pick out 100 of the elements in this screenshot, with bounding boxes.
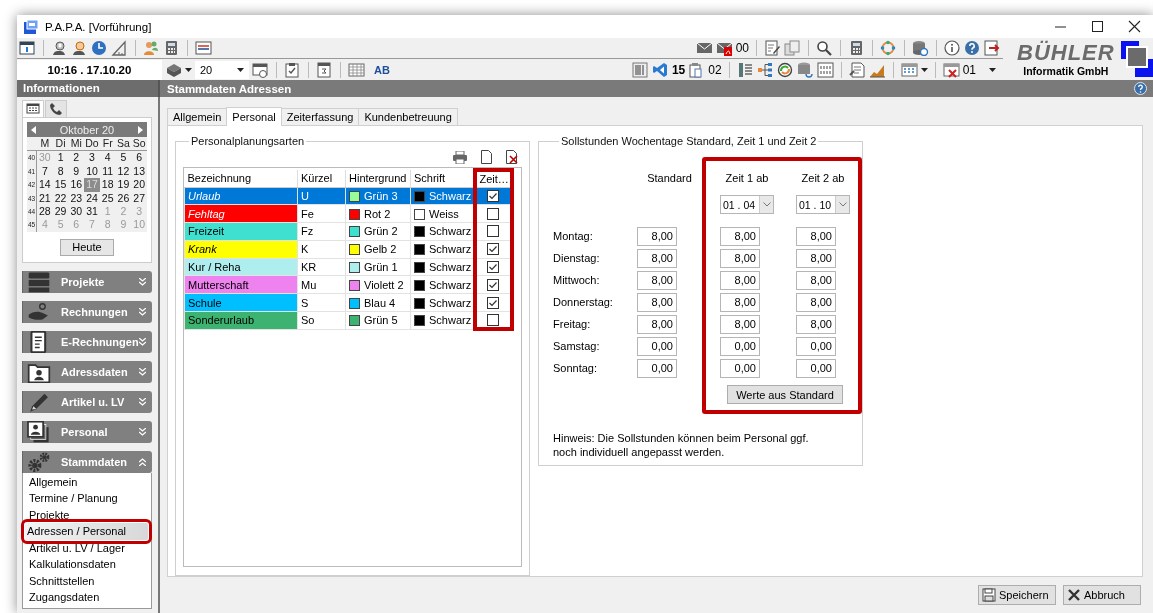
clipboard-check-icon[interactable] [284, 61, 301, 78]
new-document-icon[interactable] [481, 150, 492, 164]
tab[interactable]: Zeiterfassung [280, 108, 360, 125]
caret-icon[interactable] [989, 67, 996, 72]
calendar-day[interactable]: 21 [37, 191, 53, 206]
column-header[interactable]: Schrift [410, 170, 475, 187]
checked-checkbox[interactable] [487, 278, 499, 291]
hours-field[interactable]: 8,00 [637, 292, 677, 312]
cancel-button[interactable]: Abbruch [1063, 585, 1141, 605]
calendar-day[interactable]: 12 [115, 164, 132, 179]
hours-field[interactable]: 8,00 [796, 248, 836, 268]
tab[interactable]: Kundenbetreuung [358, 108, 458, 125]
hours-field[interactable]: 8,00 [796, 270, 836, 290]
calendar-day[interactable]: 14 [37, 178, 53, 192]
calendar-day[interactable]: 4 [99, 151, 116, 165]
save-button[interactable]: Speichern [978, 585, 1056, 605]
date-dropdown[interactable]: 01 . 04 [720, 195, 774, 214]
copy-values-button[interactable]: Werte aus Standard [727, 385, 843, 404]
list-icon[interactable] [736, 61, 754, 78]
checkbox[interactable] [487, 207, 499, 220]
checked-checkbox[interactable] [487, 243, 499, 256]
calendar-tab[interactable] [22, 100, 44, 117]
calendar-day[interactable]: 9 [68, 164, 85, 179]
hours-field[interactable]: 0,00 [637, 358, 677, 378]
caret-icon[interactable] [920, 67, 928, 72]
checked-checkbox[interactable] [487, 261, 499, 274]
nav-item[interactable]: Artikel u. LV / Lager [27, 539, 151, 557]
calendar-day[interactable]: 10 [84, 164, 100, 179]
nav-group-header[interactable]: Personal [22, 420, 152, 443]
hours-field[interactable]: 8,00 [720, 292, 760, 312]
info-icon[interactable] [944, 40, 961, 56]
person-icon[interactable] [71, 40, 88, 56]
refresh-icon[interactable] [776, 61, 794, 78]
delete-document-icon[interactable] [506, 150, 518, 164]
calendar-day[interactable]: 28 [37, 205, 53, 219]
calendar-day[interactable]: 13 [131, 164, 147, 179]
calendar-day[interactable]: 11 [99, 164, 116, 179]
ruler-icon[interactable] [111, 40, 128, 56]
nav-group-header[interactable]: E-Rechnungen [22, 330, 152, 353]
hours-field[interactable]: 0,00 [720, 358, 760, 378]
hours-field[interactable]: 8,00 [796, 314, 836, 334]
calendar-day[interactable]: 1 [52, 151, 69, 165]
calendar-day[interactable]: 30 [68, 205, 85, 219]
calendar-clock-icon[interactable] [252, 61, 269, 78]
calendar-day[interactable]: 24 [84, 191, 100, 206]
tree-icon[interactable] [756, 61, 774, 78]
tab[interactable]: Allgemein [167, 108, 228, 125]
binary-icon[interactable] [816, 61, 834, 78]
today-button[interactable]: Heute [60, 238, 114, 256]
exit-icon[interactable] [984, 40, 1001, 56]
screen-icon[interactable] [195, 40, 212, 56]
calendar-day[interactable]: 7 [37, 164, 53, 179]
nav-item[interactable]: Schnittstellen [27, 572, 151, 590]
calendar-tab[interactable] [45, 100, 67, 117]
calendar-day[interactable]: 29 [52, 205, 69, 219]
clock-icon[interactable] [91, 40, 108, 56]
hours-field[interactable]: 8,00 [720, 226, 760, 246]
next-icon[interactable] [138, 125, 143, 134]
hours-field[interactable]: 8,00 [796, 292, 836, 312]
checked-checkbox[interactable] [487, 189, 499, 202]
nav-group-header[interactable]: Rechnungen [22, 300, 152, 323]
caret-icon[interactable] [185, 67, 192, 72]
calendar-day[interactable]: 22 [52, 191, 69, 206]
edit-icon[interactable] [764, 40, 781, 56]
database-icon[interactable] [912, 40, 929, 56]
calendar-day[interactable]: 26 [115, 191, 132, 206]
checked-checkbox[interactable] [487, 296, 499, 309]
calendar-day[interactable]: 2 [68, 151, 85, 165]
person-icon[interactable] [51, 40, 68, 56]
hours-field[interactable]: 8,00 [637, 226, 677, 246]
grid-delete-icon[interactable] [942, 61, 960, 78]
calendar-day[interactable]: 16 [68, 178, 85, 192]
year-dropdown[interactable]: 20 [195, 60, 249, 79]
mail-icon[interactable] [695, 40, 713, 56]
help-icon[interactable] [964, 40, 981, 56]
nav-group-header[interactable]: Stammdaten [22, 450, 152, 473]
hours-field[interactable]: 8,00 [720, 270, 760, 290]
tab[interactable]: Personal [226, 107, 282, 126]
hours-field[interactable]: 8,00 [720, 314, 760, 334]
nav-item[interactable]: Kalkulationsdaten [27, 556, 151, 573]
maximize-icon[interactable] [1091, 20, 1104, 33]
nav-group-header[interactable]: Artikel u. LV [22, 390, 152, 413]
nav-group-header[interactable]: Projekte [22, 270, 152, 293]
calendar-day[interactable]: 15 [52, 178, 69, 192]
nav-item[interactable]: Allgemein [27, 473, 151, 491]
calculator-icon[interactable] [848, 40, 865, 56]
calendar-day[interactable]: 23 [68, 191, 85, 206]
calendar-day[interactable]: 25 [99, 191, 116, 206]
calendar-day[interactable]: 20 [131, 178, 147, 192]
calendar-day[interactable]: 31 [84, 205, 100, 219]
calendar-icon[interactable] [316, 61, 333, 78]
calendar-day[interactable]: 19 [115, 178, 132, 192]
calendar-day[interactable]: 6 [131, 151, 147, 165]
hours-field[interactable]: 8,00 [720, 248, 760, 268]
window-icon[interactable] [19, 40, 36, 56]
printer-icon[interactable] [453, 150, 467, 164]
help-icon[interactable] [1134, 82, 1147, 95]
column-header[interactable]: Bezeichnung [184, 170, 298, 187]
calendar-day[interactable]: 8 [52, 164, 69, 179]
hours-field[interactable]: 8,00 [796, 226, 836, 246]
